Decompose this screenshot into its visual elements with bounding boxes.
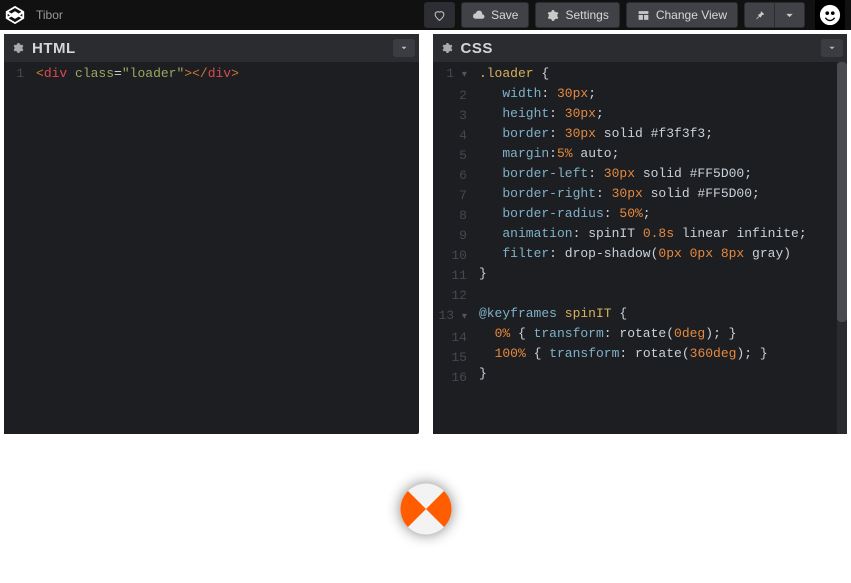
html-panel-header: HTML — [4, 34, 419, 62]
settings-label: Settings — [565, 8, 608, 22]
scrollbar[interactable] — [837, 62, 847, 434]
css-title: CSS — [461, 40, 493, 57]
loader-element — [400, 484, 451, 535]
save-label: Save — [491, 8, 518, 22]
css-panel-header: CSS — [433, 34, 848, 62]
css-panel: CSS 1 ▾ 2 3 4 5 6 7 8 9 10 11 12 13 ▾ 14 — [433, 34, 848, 434]
html-panel: HTML 1 <div class="loader"></div> — [4, 34, 419, 434]
editor-panels: HTML 1 <div class="loader"></div> CSS 1 … — [0, 30, 851, 434]
avatar[interactable] — [815, 0, 845, 30]
chevron-down-icon — [827, 43, 837, 53]
html-editor[interactable]: 1 <div class="loader"></div> — [4, 62, 419, 434]
cloud-icon — [472, 9, 485, 22]
css-editor[interactable]: 1 ▾ 2 3 4 5 6 7 8 9 10 11 12 13 ▾ 14 15 … — [433, 62, 848, 434]
css-collapse-button[interactable] — [821, 39, 843, 57]
change-view-button[interactable]: Change View — [626, 2, 738, 28]
top-bar: Tibor Save Settings Change View — [0, 0, 851, 30]
panel-gear-icon[interactable] — [12, 42, 24, 54]
change-view-label: Change View — [656, 8, 727, 22]
html-collapse-button[interactable] — [393, 39, 415, 57]
avatar-icon — [819, 4, 841, 26]
html-gutter: 1 — [4, 62, 32, 434]
heart-icon — [433, 9, 446, 22]
html-code[interactable]: <div class="loader"></div> — [32, 62, 245, 434]
pin-button[interactable] — [744, 2, 775, 28]
share-button-group — [744, 2, 805, 28]
gear-icon — [546, 9, 559, 22]
html-title: HTML — [32, 40, 76, 57]
username-label: Tibor — [36, 8, 63, 22]
pin-icon — [753, 9, 766, 22]
css-code[interactable]: .loader { width: 30px; height: 30px; bor… — [475, 62, 813, 434]
settings-button[interactable]: Settings — [535, 2, 619, 28]
css-gutter: 1 ▾ 2 3 4 5 6 7 8 9 10 11 12 13 ▾ 14 15 … — [433, 62, 475, 434]
codepen-logo-icon — [4, 4, 26, 26]
chevron-down-icon — [399, 43, 409, 53]
panel-gear-icon[interactable] — [441, 42, 453, 54]
heart-button[interactable] — [424, 2, 455, 28]
layout-icon — [637, 9, 650, 22]
chevron-down-icon — [783, 9, 796, 22]
preview-pane — [0, 434, 851, 583]
save-button[interactable]: Save — [461, 2, 529, 28]
dropdown-button[interactable] — [775, 2, 805, 28]
